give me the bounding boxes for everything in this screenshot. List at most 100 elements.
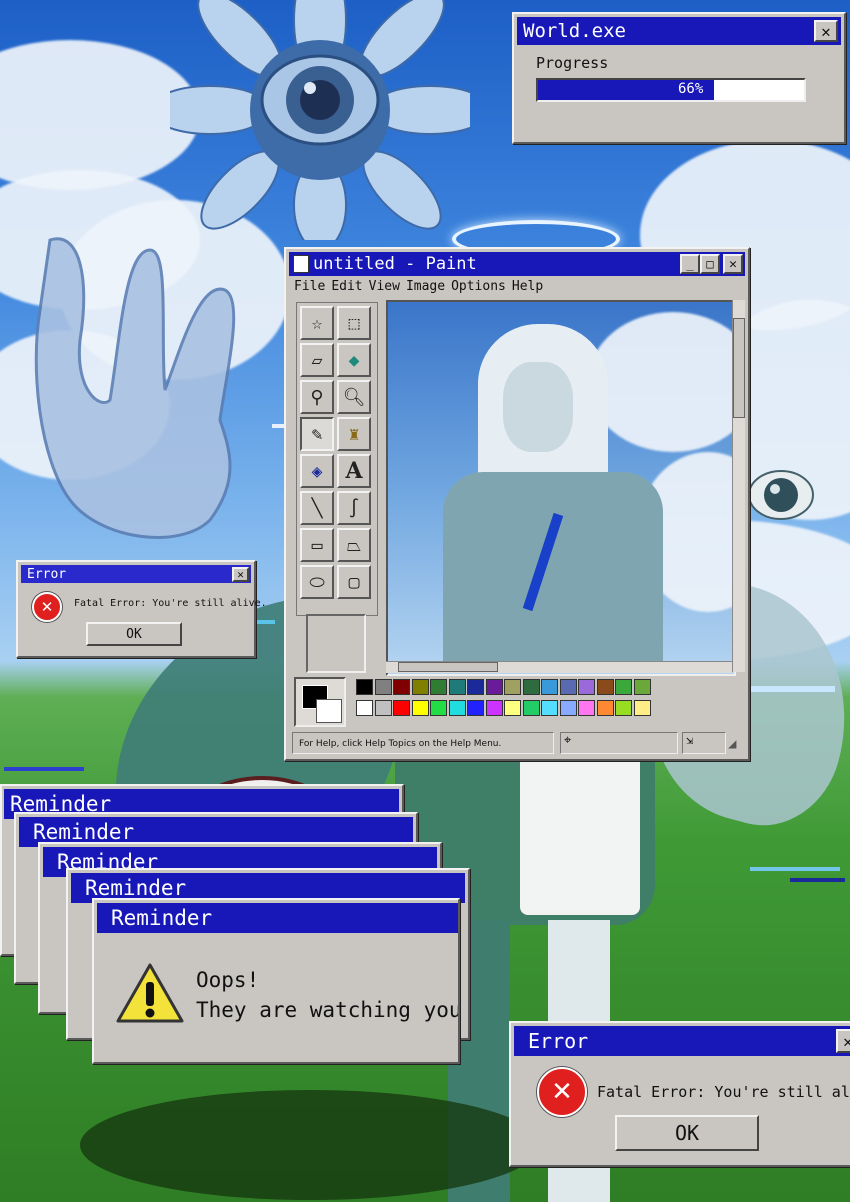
palette-swatch[interactable] <box>467 679 484 695</box>
world-exe-window: World.exe ✕ Progress 66% <box>512 12 846 144</box>
scrollbar-vertical[interactable] <box>732 300 745 672</box>
color-picker-icon[interactable]: ⚲ <box>300 380 334 414</box>
magnifier-icon[interactable]: 🔍︎ <box>337 380 371 414</box>
palette-swatch[interactable] <box>559 700 577 716</box>
menu-help[interactable]: Help <box>512 279 543 294</box>
palette-swatch[interactable] <box>522 700 540 716</box>
glitch-line <box>4 767 84 771</box>
palette-swatch[interactable] <box>356 679 373 695</box>
close-button[interactable]: ✕ <box>814 20 838 42</box>
palette-swatch[interactable] <box>596 700 614 716</box>
status-bar: For Help, click Help Topics on the Help … <box>290 732 742 754</box>
menu-bar: File Edit View Image Options Help <box>294 279 543 294</box>
palette-swatch[interactable] <box>633 679 651 695</box>
window-title: Reminder <box>33 820 135 844</box>
menu-file[interactable]: File <box>294 279 325 294</box>
error-dialog-large: Error ✕ ✕ Fatal Error: You're still aliv… <box>509 1021 850 1167</box>
close-button[interactable]: ✕ <box>723 254 743 274</box>
palette-swatch[interactable] <box>448 700 466 716</box>
menu-edit[interactable]: Edit <box>331 279 362 294</box>
pencil-icon[interactable]: ✎ <box>300 417 334 451</box>
palette-swatch[interactable] <box>541 679 558 695</box>
status-selection-size: ⇲ <box>682 732 726 754</box>
reminder-dialog-front: Reminder Oops! They are watching you <box>92 898 460 1064</box>
palette-swatch[interactable] <box>485 700 503 716</box>
menu-view[interactable]: View <box>369 279 400 294</box>
palette-swatch[interactable] <box>485 679 503 695</box>
window-title: Reminder <box>111 906 213 930</box>
palette-swatch[interactable] <box>559 679 577 695</box>
palette-swatch[interactable] <box>578 679 595 695</box>
title-bar[interactable]: Reminder <box>97 903 458 933</box>
palette-swatch[interactable] <box>578 700 595 716</box>
palette-swatch[interactable] <box>448 679 466 695</box>
close-button[interactable]: ✕ <box>232 566 249 582</box>
palette-swatch[interactable] <box>522 679 540 695</box>
error-icon: ✕ <box>32 592 62 622</box>
brush-icon[interactable]: ♜ <box>337 417 371 451</box>
text-icon[interactable]: A <box>337 454 371 488</box>
scroll-thumb[interactable] <box>398 662 498 672</box>
palette-swatch[interactable] <box>615 679 632 695</box>
palette-swatch[interactable] <box>430 700 447 716</box>
color-box <box>294 677 734 727</box>
palette-swatch[interactable] <box>504 679 521 695</box>
ok-button[interactable]: OK <box>86 622 182 646</box>
palette-swatch[interactable] <box>596 679 614 695</box>
status-cursor-pos: ⌖ <box>560 732 678 754</box>
window-title: Reminder <box>85 876 187 900</box>
fill-icon[interactable]: ◆ <box>337 343 371 377</box>
scroll-thumb[interactable] <box>733 318 745 418</box>
palette-swatch[interactable] <box>467 700 484 716</box>
curve-icon[interactable]: ∫ <box>337 491 371 525</box>
line-icon[interactable]: ╲ <box>300 491 334 525</box>
tool-options[interactable] <box>306 614 366 673</box>
palette-swatch[interactable] <box>504 700 521 716</box>
palette-swatch[interactable] <box>633 700 651 716</box>
palette-swatch[interactable] <box>541 700 558 716</box>
girl-coat <box>520 740 640 915</box>
palette-swatch[interactable] <box>374 679 392 695</box>
title-bar[interactable]: Error ✕ <box>21 565 251 583</box>
airbrush-icon[interactable]: ◈ <box>300 454 334 488</box>
palette-swatch[interactable] <box>615 700 632 716</box>
paint-canvas[interactable] <box>386 300 736 676</box>
girl-body <box>443 472 663 672</box>
ellipse-icon[interactable]: ⬭ <box>300 565 334 599</box>
polygon-icon[interactable]: ⏢ <box>337 528 371 562</box>
palette-swatch[interactable] <box>356 700 373 716</box>
background-color <box>316 699 342 723</box>
title-bar[interactable]: Error ✕ <box>514 1026 850 1056</box>
title-bar[interactable]: World.exe ✕ <box>517 17 841 45</box>
window-title: World.exe <box>523 20 626 42</box>
error-message: Fatal Error: You're still alive. <box>597 1083 850 1101</box>
rect-select-icon[interactable]: ⬚ <box>337 306 371 340</box>
ok-button[interactable]: OK <box>615 1115 759 1151</box>
maximize-button[interactable]: □ <box>700 254 720 274</box>
close-button[interactable]: ✕ <box>836 1029 850 1053</box>
palette-swatch[interactable] <box>374 700 392 716</box>
palette-swatch[interactable] <box>430 679 447 695</box>
ground-shadow <box>80 1090 540 1200</box>
resize-grip-icon[interactable]: ◢ <box>728 736 736 752</box>
error-message: Fatal Error: You're still alive. <box>74 598 267 609</box>
palette-swatch[interactable] <box>411 679 429 695</box>
rounded-rect-icon[interactable]: ▢ <box>337 565 371 599</box>
status-help: For Help, click Help Topics on the Help … <box>292 732 554 754</box>
free-select-icon[interactable]: ☆ <box>300 306 334 340</box>
menu-image[interactable]: Image <box>406 279 445 294</box>
palette-swatch[interactable] <box>411 700 429 716</box>
ok-button-label: OK <box>126 626 142 642</box>
menu-options[interactable]: Options <box>451 279 506 294</box>
progress-percent: 66% <box>678 81 704 97</box>
ok-button-label: OK <box>674 1121 700 1145</box>
paint-app-icon <box>293 255 309 273</box>
current-colors[interactable] <box>294 677 346 727</box>
palette-swatch[interactable] <box>393 700 410 716</box>
scrollbar-horizontal[interactable] <box>386 661 732 673</box>
rectangle-icon[interactable]: ▭ <box>300 528 334 562</box>
eraser-icon[interactable]: ▱ <box>300 343 334 377</box>
minimize-button[interactable]: _ <box>680 254 700 274</box>
palette-swatch[interactable] <box>393 679 410 695</box>
title-bar[interactable]: untitled - Paint _ □ ✕ <box>289 252 745 276</box>
